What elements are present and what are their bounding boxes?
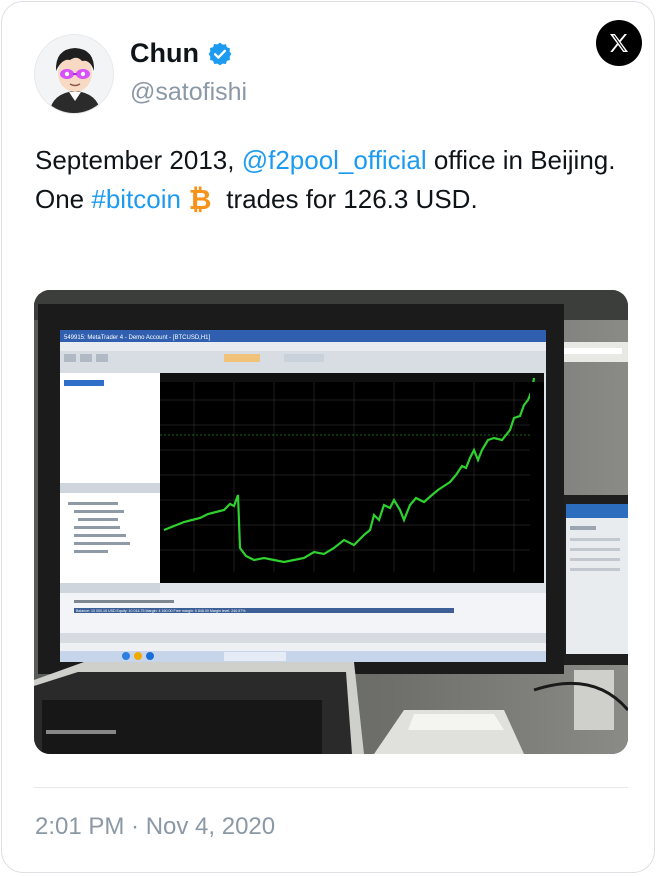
tweet-card: Chun @satofishi September 2013, @f2pool_…	[1, 1, 655, 873]
photo-balance-line: Balance: 10 000.15 USD Equity: 10 014.75…	[76, 609, 246, 613]
trading-office-photo: 549915: MetaTrader 4 - Demo Account - [B…	[34, 290, 628, 754]
author-handle[interactable]: @satofishi	[130, 78, 247, 107]
x-logo-button[interactable]	[596, 20, 642, 66]
x-logo-icon	[610, 34, 628, 52]
photo-window-title: 549915: MetaTrader 4 - Demo Account - [B…	[64, 335, 211, 341]
hashtag-link[interactable]: #bitcoin	[91, 184, 181, 214]
svg-text:₿: ₿	[189, 184, 212, 214]
author-name-row[interactable]: Chun	[130, 38, 233, 69]
tweet-timestamp[interactable]: 2:01 PM · Nov 4, 2020	[35, 813, 275, 841]
verified-badge-icon	[208, 42, 232, 65]
author-name[interactable]: Chun	[130, 38, 199, 69]
divider	[34, 787, 628, 788]
tweet-text-part3: trades for 126.3 USD.	[219, 184, 478, 214]
author-avatar[interactable]	[34, 34, 114, 114]
avatar-cartoon-boy-icon	[35, 35, 113, 113]
mention-link[interactable]: @f2pool_official	[242, 145, 427, 175]
tweet-photo[interactable]: 549915: MetaTrader 4 - Demo Account - [B…	[34, 290, 628, 754]
tweet-text-part1: September 2013,	[35, 145, 242, 175]
bitcoin-emoji-icon: ₿	[189, 184, 212, 214]
tweet-text: September 2013, @f2pool_official office …	[35, 141, 625, 219]
